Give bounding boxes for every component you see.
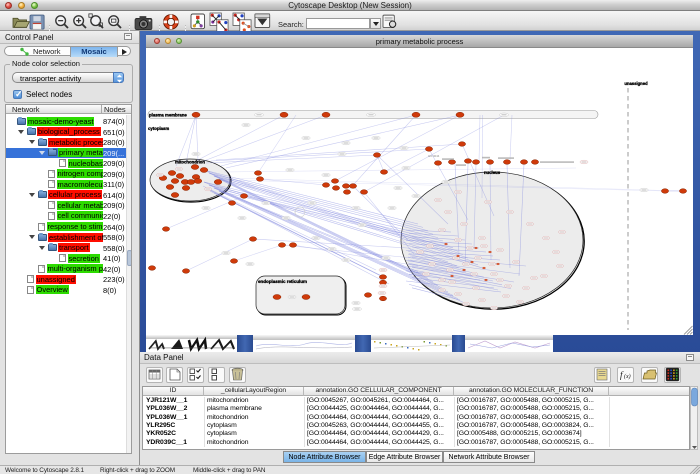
svg-text:unassigned: unassigned: [624, 81, 648, 86]
svg-text:plasma membrane: plasma membrane: [149, 113, 187, 118]
svg-text:mitochondrion: mitochondrion: [175, 160, 205, 165]
svg-text:nucleus: nucleus: [484, 170, 501, 175]
svg-text:endoplasmic reticulum: endoplasmic reticulum: [258, 279, 307, 284]
svg-text:GO:0044: GO:0044: [428, 154, 440, 158]
svg-text:(x): (x): [624, 373, 631, 380]
svg-text:cytoplasm: cytoplasm: [148, 126, 169, 131]
